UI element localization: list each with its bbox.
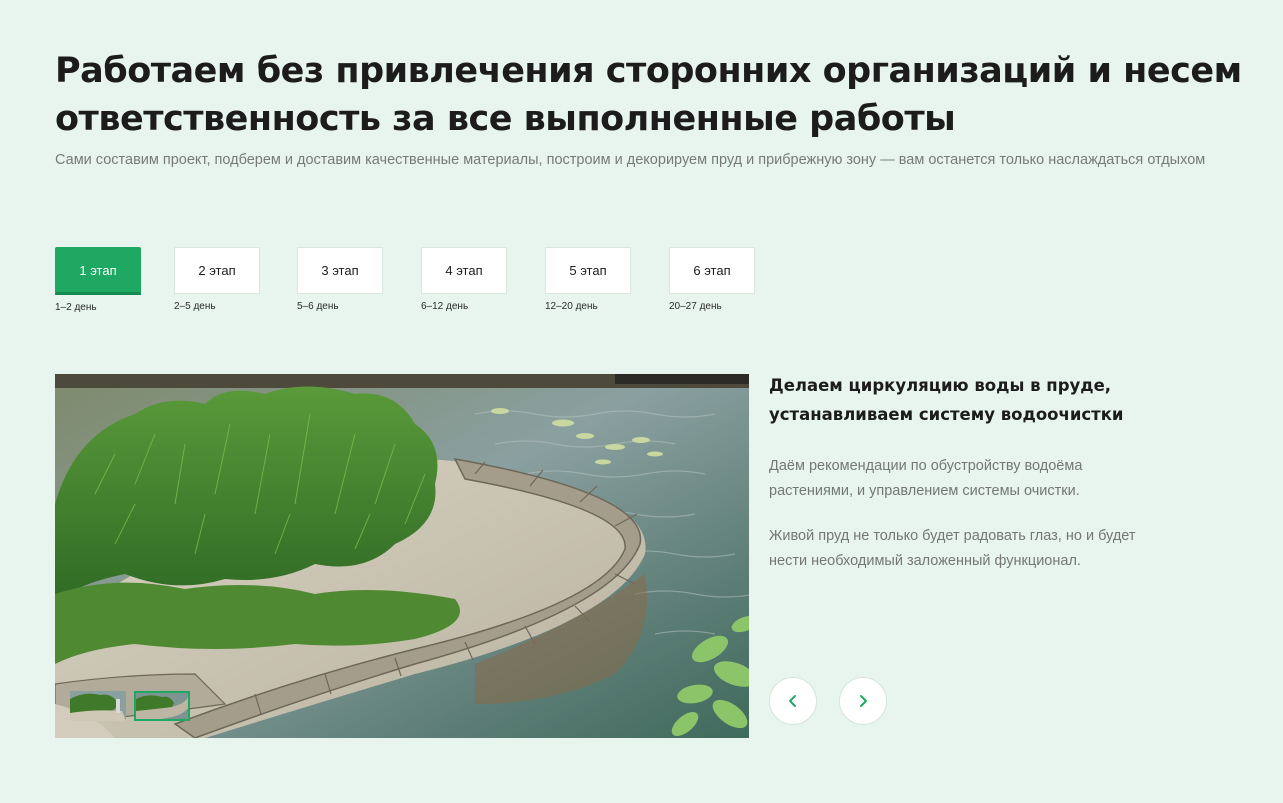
gallery-thumbnail-1[interactable] — [70, 691, 126, 721]
stage-button-2[interactable]: 2 этап — [174, 247, 260, 294]
stage-tab-6[interactable]: 6 этап 20–27 день — [669, 247, 755, 312]
stage-days-4: 6–12 день — [421, 301, 469, 312]
page-title: Работаем без привлечения сторонних орган… — [55, 51, 1242, 139]
stage-days-6: 20–27 день — [669, 301, 722, 312]
next-stage-button[interactable] — [839, 677, 887, 725]
stage-button-1[interactable]: 1 этап — [55, 247, 141, 295]
stage-days-2: 2–5 день — [174, 301, 216, 312]
stage-title: Делаем циркуляцию воды в пруде, устанавл… — [769, 376, 1124, 424]
stage-photo — [55, 374, 749, 738]
chevron-right-icon — [860, 695, 867, 707]
page-subtitle: Сами составим проект, подберем и достави… — [55, 152, 1206, 168]
stage-description-2: Живой пруд не только будет радовать глаз… — [769, 528, 1136, 569]
stage-days-1: 1–2 день — [55, 302, 97, 313]
stage-description-1: Даём рекомендации по обустройству водоём… — [769, 458, 1083, 499]
prev-stage-button[interactable] — [769, 677, 817, 725]
stage-tab-5[interactable]: 5 этап 12–20 день — [545, 247, 631, 312]
stage-tab-1[interactable]: 1 этап 1–2 день — [55, 247, 141, 313]
gallery-thumbnail-2[interactable] — [134, 691, 190, 721]
stage-button-4[interactable]: 4 этап — [421, 247, 507, 294]
stage-days-5: 12–20 день — [545, 301, 598, 312]
stage-days-3: 5–6 день — [297, 301, 339, 312]
chevron-left-icon — [789, 695, 796, 707]
stage-button-6[interactable]: 6 этап — [669, 247, 755, 294]
stage-tab-3[interactable]: 3 этап 5–6 день — [297, 247, 383, 312]
stage-tab-4[interactable]: 4 этап 6–12 день — [421, 247, 507, 312]
stage-button-5[interactable]: 5 этап — [545, 247, 631, 294]
stage-button-3[interactable]: 3 этап — [297, 247, 383, 294]
stage-tab-2[interactable]: 2 этап 2–5 день — [174, 247, 260, 312]
